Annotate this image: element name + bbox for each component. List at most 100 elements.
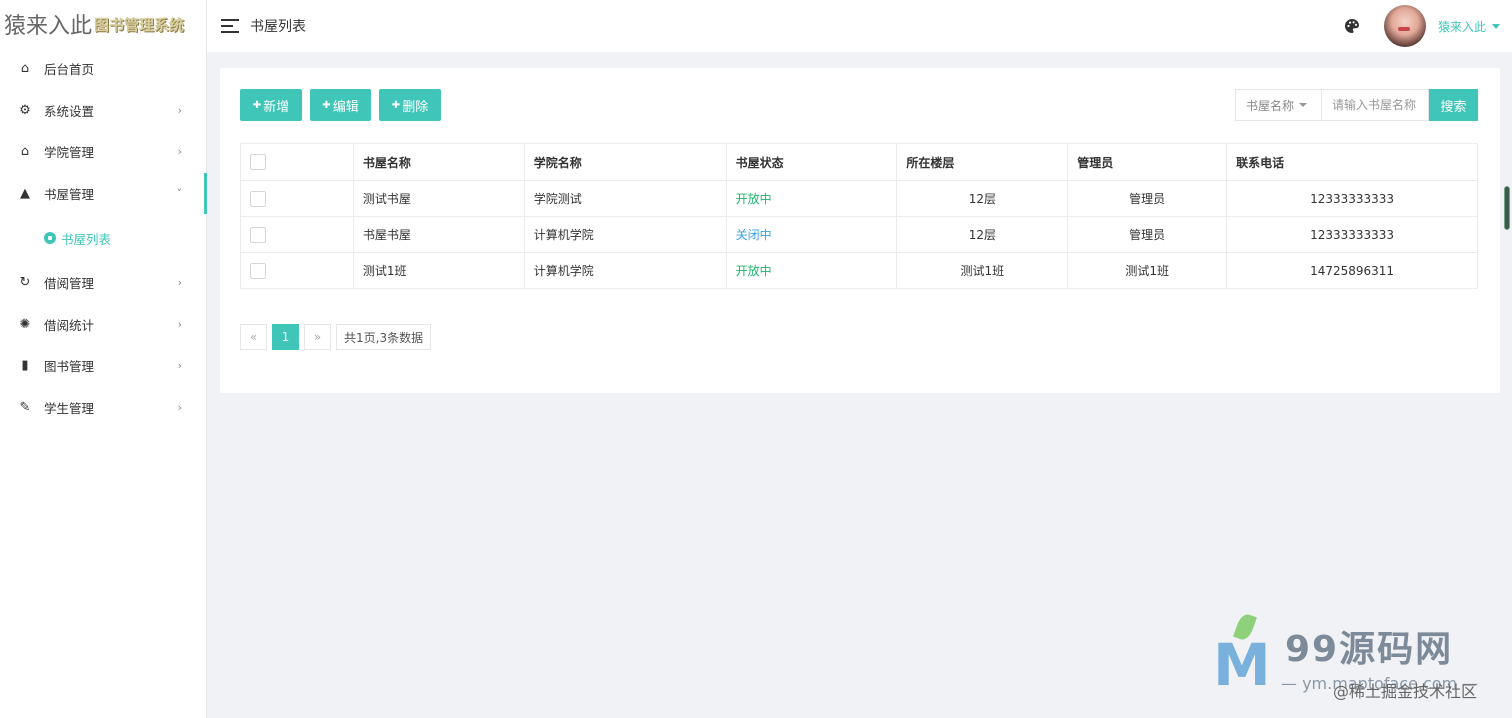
- column-header[interactable]: 学院名称: [523, 143, 727, 181]
- row-select-cell: [240, 252, 354, 289]
- sidebar-subitem-label: 书屋列表: [61, 231, 112, 247]
- palette-icon[interactable]: [1344, 18, 1360, 34]
- delete-button-label: 删除: [402, 99, 429, 115]
- hamburger-menu-icon[interactable]: [221, 19, 239, 33]
- sidebar-item-label: 学院管理: [44, 145, 95, 161]
- add-user-icon: ✚: [252, 99, 262, 111]
- table-row[interactable]: 测试1班 计算机学院 开放中 测试1班 测试1班 14725896311: [240, 252, 1478, 289]
- sidebar-item-label: 借阅管理: [44, 276, 95, 292]
- cell-admin: 测试1班: [1067, 252, 1228, 289]
- gear-icon: ⚙: [19, 102, 31, 118]
- bookhouse-table: 书屋名称 学院名称 书屋状态 所在楼层 管理员 联系电话 测试书屋 学院测试 开…: [240, 143, 1478, 289]
- chevron-down-icon: ˅: [176, 186, 183, 200]
- column-header[interactable]: 管理员: [1067, 143, 1228, 181]
- watermark-letter: M: [1213, 631, 1271, 699]
- select-all-checkbox[interactable]: [250, 154, 266, 170]
- pagination-next[interactable]: »: [304, 324, 331, 350]
- cell-phone: 12333333333: [1226, 216, 1478, 253]
- avatar[interactable]: [1383, 5, 1426, 47]
- sidebar-subitem-bookhouse-list[interactable]: 书屋列表: [0, 214, 206, 262]
- refresh-icon: ↻: [19, 275, 31, 291]
- chevron-right-icon: ›: [177, 103, 182, 117]
- search-button[interactable]: 搜索: [1429, 89, 1478, 121]
- page-title: 书屋列表: [250, 19, 306, 35]
- sidebar-item-book-management[interactable]: ▮ 图书管理 ›: [0, 345, 206, 387]
- cell-phone: 14725896311: [1226, 252, 1478, 289]
- sidebar-item-label: 书屋管理: [44, 186, 95, 202]
- house-dot-icon: [44, 232, 56, 244]
- cell-phone: 12333333333: [1226, 180, 1478, 217]
- row-checkbox[interactable]: [250, 226, 266, 243]
- chevron-right-icon: ›: [177, 359, 182, 373]
- caret-down-icon: [1299, 103, 1308, 107]
- row-checkbox[interactable]: [250, 262, 266, 279]
- sidebar-item-label: 学生管理: [44, 400, 95, 416]
- pagination-prev[interactable]: «: [240, 324, 267, 350]
- house-outline-icon: ⌂: [20, 144, 30, 160]
- aperture-icon: ✺: [19, 316, 31, 332]
- sidebar: 猿来入此 图书管理系统 ⌂ 后台首页 ⚙ 系统设置 › ⌂ 学院管理 › ▲ 书…: [0, 0, 207, 718]
- watermark-title: 99源码网: [1285, 629, 1454, 670]
- cell-college: 计算机学院: [523, 216, 727, 253]
- graduation-cap-icon: ▲: [20, 185, 30, 201]
- pagination-info: 共1页,3条数据: [336, 324, 432, 350]
- sidebar-item-bookhouse-management[interactable]: ▲ 书屋管理 ˅: [0, 172, 207, 215]
- watermark-credit: @稀土掘金技术社区: [1333, 682, 1478, 701]
- app-logo[interactable]: 猿来入此 图书管理系统: [0, 0, 206, 48]
- table-row[interactable]: 书屋书屋 计算机学院 关闭中 12层 管理员 12333333333: [240, 216, 1478, 253]
- cell-name: 测试1班: [352, 252, 525, 289]
- scrollbar-thumb[interactable]: [1504, 186, 1510, 230]
- column-header[interactable]: 书屋名称: [352, 143, 525, 181]
- pagination-page-current[interactable]: 1: [272, 324, 299, 350]
- sidebar-item-label: 后台首页: [44, 62, 95, 78]
- select-all-cell: [240, 143, 354, 181]
- sidebar-item-borrow-statistics[interactable]: ✺ 借阅统计 ›: [0, 304, 206, 346]
- sidebar-item-home[interactable]: ⌂ 后台首页: [0, 48, 206, 90]
- search-field-select[interactable]: 书屋名称: [1235, 89, 1321, 121]
- chevron-right-icon: ›: [177, 400, 182, 414]
- sidebar-menu: ⌂ 后台首页 ⚙ 系统设置 › ⌂ 学院管理 › ▲ 书屋管理 ˅ 书屋列表 ↻…: [0, 48, 207, 429]
- search-field-label: 书屋名称: [1246, 98, 1295, 113]
- pagination: « 1 » 共1页,3条数据: [240, 324, 436, 350]
- sidebar-item-label: 系统设置: [44, 103, 95, 119]
- logo-main-text: 猿来入此: [4, 14, 93, 39]
- edit-user-icon: ✚: [322, 99, 331, 111]
- cell-status: 开放中: [725, 180, 898, 217]
- caret-down-icon[interactable]: [1492, 23, 1500, 29]
- header-right: 猿来入此: [1344, 0, 1500, 52]
- add-button-label: 新增: [263, 99, 290, 115]
- cell-college: 学院测试: [523, 180, 727, 217]
- cell-name: 测试书屋: [352, 180, 525, 217]
- table-header-row: 书屋名称 学院名称 书屋状态 所在楼层 管理员 联系电话: [240, 143, 1478, 181]
- cell-admin: 管理员: [1067, 180, 1228, 217]
- chevron-right-icon: ›: [177, 317, 182, 331]
- row-select-cell: [240, 180, 354, 217]
- cell-college: 计算机学院: [523, 252, 727, 289]
- sidebar-item-college-management[interactable]: ⌂ 学院管理 ›: [0, 131, 206, 173]
- cell-admin: 管理员: [1067, 216, 1228, 253]
- delete-button[interactable]: ✚ 删除: [379, 89, 441, 121]
- sidebar-item-student-management[interactable]: ✎ 学生管理 ›: [0, 387, 206, 429]
- sidebar-item-system-settings[interactable]: ⚙ 系统设置 ›: [0, 90, 206, 132]
- chevron-right-icon: ›: [177, 276, 182, 290]
- table-row[interactable]: 测试书屋 学院测试 开放中 12层 管理员 12333333333: [240, 180, 1478, 217]
- row-select-cell: [240, 216, 354, 253]
- trash-icon: ▮: [21, 358, 29, 374]
- chevron-right-icon: ›: [177, 145, 182, 159]
- column-header[interactable]: 书屋状态: [725, 143, 898, 181]
- column-header[interactable]: 所在楼层: [896, 143, 1069, 181]
- column-header[interactable]: 联系电话: [1226, 143, 1478, 181]
- username[interactable]: 猿来入此: [1438, 18, 1486, 35]
- delete-user-icon: ✚: [391, 99, 401, 111]
- pencil-icon: ✎: [19, 399, 31, 415]
- search-input[interactable]: [1321, 89, 1429, 121]
- row-checkbox[interactable]: [250, 190, 266, 207]
- sidebar-item-label: 图书管理: [44, 359, 95, 375]
- add-button[interactable]: ✚ 新增: [240, 89, 302, 121]
- sidebar-item-borrow-management[interactable]: ↻ 借阅管理 ›: [0, 262, 206, 304]
- cell-status: 关闭中: [725, 216, 898, 253]
- content-card: ✚ 新增 ✚ 编辑 ✚ 删除 书屋名称 搜索 书屋名称 学院名称 书屋状态 所在…: [220, 68, 1500, 393]
- edit-button[interactable]: ✚ 编辑: [310, 89, 371, 121]
- edit-button-label: 编辑: [332, 99, 359, 115]
- cell-floor: 12层: [896, 180, 1069, 217]
